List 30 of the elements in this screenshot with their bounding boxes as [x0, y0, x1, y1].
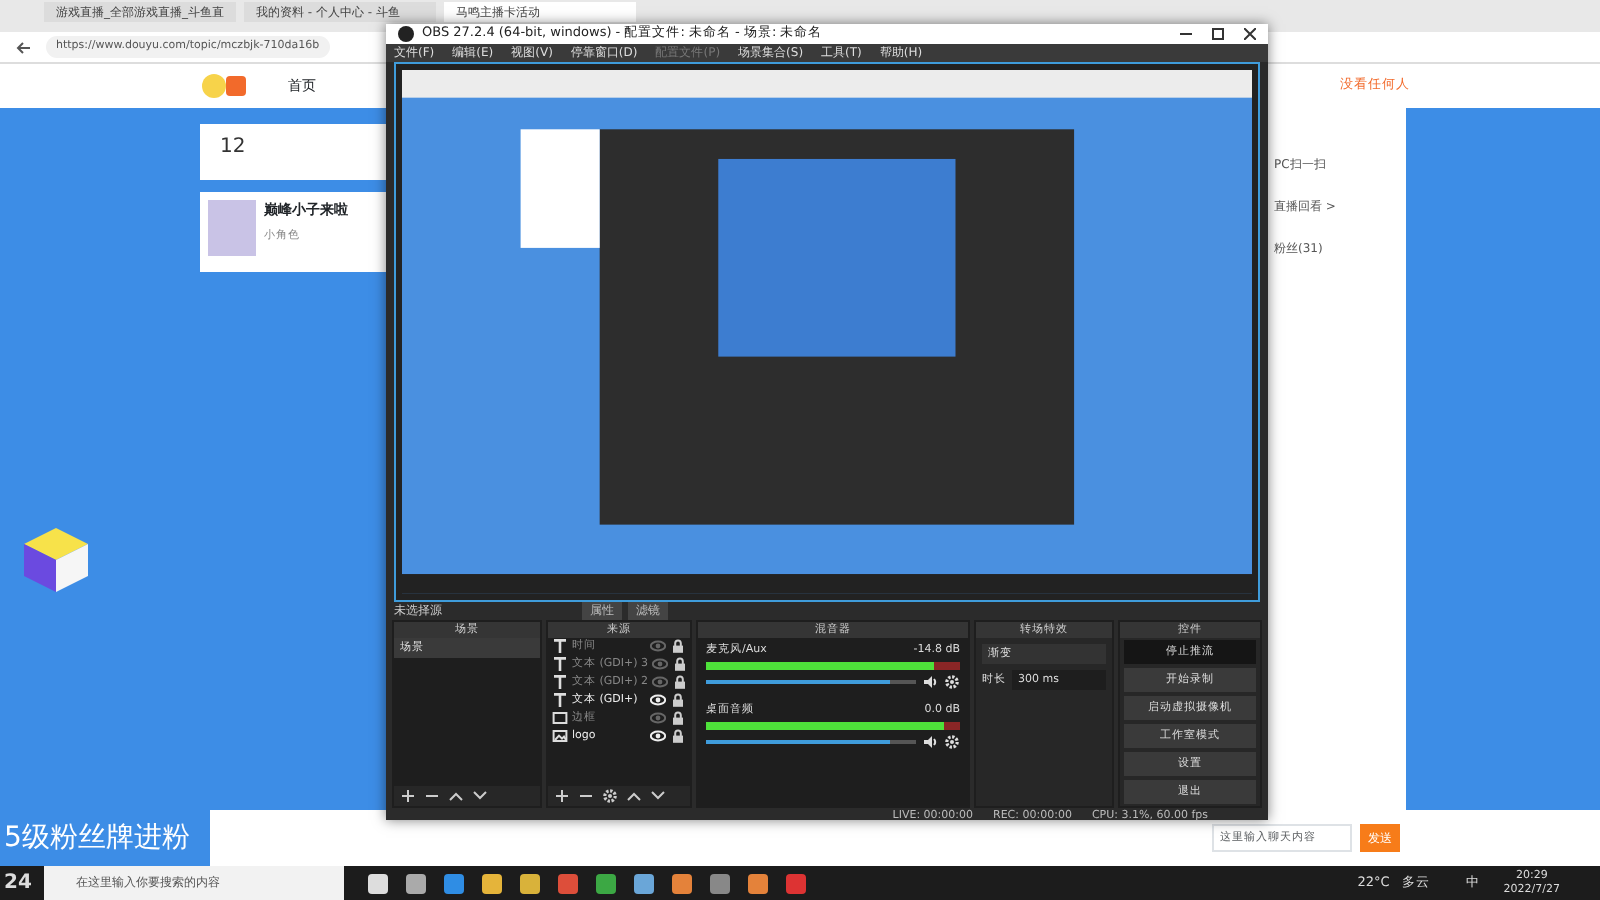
speaker-icon[interactable] [922, 673, 938, 690]
logo-icon [200, 72, 248, 100]
lock-icon[interactable] [670, 692, 686, 709]
add-icon[interactable] [400, 787, 416, 804]
back-icon[interactable] [16, 41, 30, 53]
move-up-icon[interactable] [626, 787, 642, 804]
lock-icon[interactable] [670, 728, 686, 745]
speaker-icon[interactable] [922, 734, 938, 751]
settings-icon[interactable] [602, 787, 618, 804]
cube-icon [20, 524, 92, 596]
display-source-icon [552, 710, 568, 727]
move-down-icon[interactable] [472, 787, 488, 804]
move-up-icon[interactable] [448, 787, 464, 804]
add-icon[interactable] [554, 787, 570, 804]
lock-icon[interactable] [672, 656, 689, 673]
settings-icon[interactable] [944, 734, 960, 751]
banner-text: 5级粉丝牌进粉 [2, 819, 192, 857]
close-icon[interactable] [1244, 27, 1256, 40]
lock-icon[interactable] [670, 638, 686, 655]
lock-icon[interactable] [670, 710, 686, 727]
avatar-placeholder [208, 200, 256, 256]
minimize-icon[interactable] [1180, 27, 1192, 40]
settings-icon[interactable] [944, 673, 960, 690]
move-down-icon[interactable] [650, 787, 666, 804]
app-icon [398, 25, 414, 42]
maximize-icon[interactable] [1212, 27, 1224, 40]
lock-icon[interactable] [672, 674, 689, 691]
corner-text: 24 [2, 870, 34, 898]
image-source-icon [552, 728, 568, 745]
stat-value: 12 [220, 136, 246, 158]
